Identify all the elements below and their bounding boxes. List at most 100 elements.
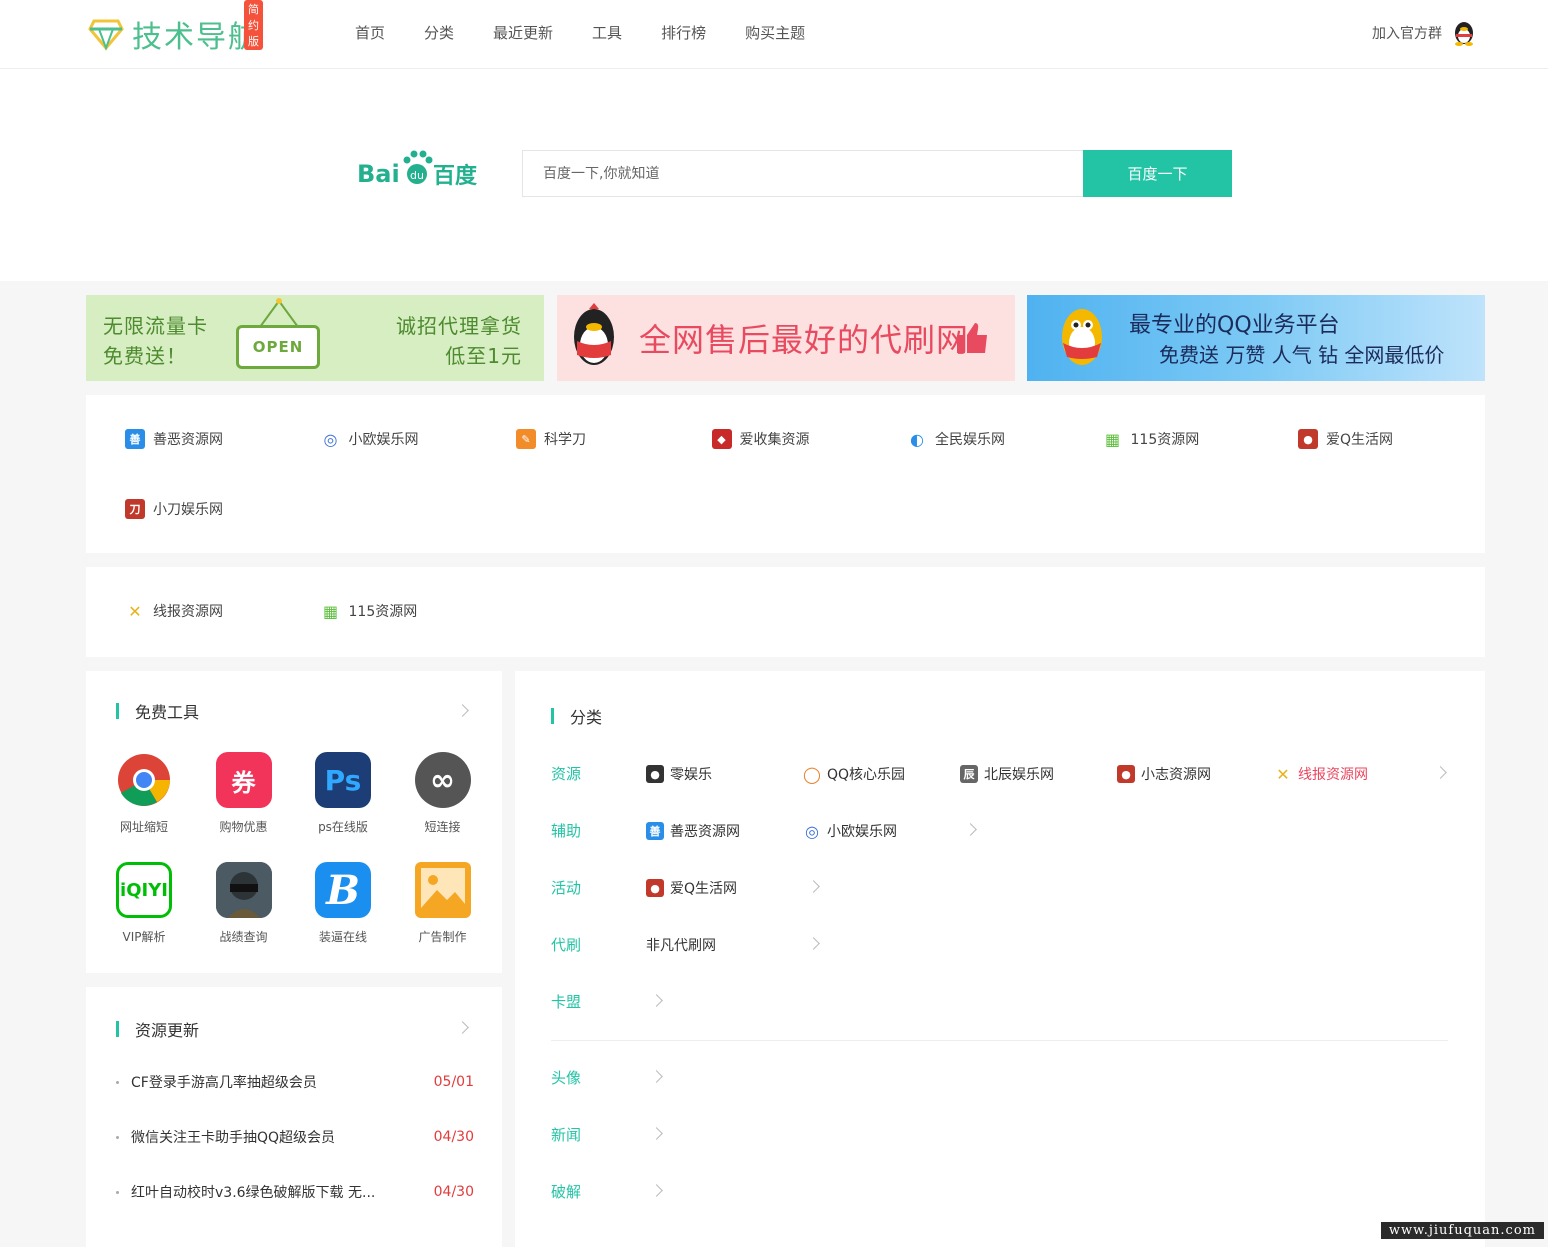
tool-item[interactable]: B 装逼在线	[303, 862, 383, 945]
tool-item[interactable]: 战绩查询	[204, 862, 284, 945]
banner-flow-card[interactable]: 无限流量卡 免费送！ OPEN 诚招代理拿货 低至1元	[86, 295, 544, 381]
tool-item[interactable]: iQIYI VIP解析	[104, 862, 184, 945]
tool-item[interactable]: 网址缩短	[104, 752, 184, 835]
tool-item[interactable]: Ps ps在线版	[303, 752, 383, 835]
category-label[interactable]: 辅助	[551, 820, 581, 841]
category-link[interactable]: ● 小志资源网	[1117, 764, 1211, 784]
chevron-right-icon[interactable]	[650, 1127, 663, 1140]
chevron-right-icon[interactable]	[650, 1184, 663, 1197]
site-header: 技术导航 简约版 首页 分类 最近更新 工具 排行榜 购买主题 加入官方群	[0, 0, 1548, 69]
chevron-right-icon[interactable]	[456, 1021, 469, 1034]
chrome-icon	[116, 752, 172, 808]
category-label[interactable]: 新闻	[551, 1124, 581, 1145]
thumbs-up-icon	[957, 323, 987, 353]
search-button[interactable]: 百度一下	[1083, 150, 1232, 197]
featured-link[interactable]: 善善恶资源网	[125, 429, 223, 449]
featured-link[interactable]: ◎ 小欧娱乐网	[321, 429, 419, 449]
category-label[interactable]: 代刷	[551, 934, 581, 955]
featured-link[interactable]: ▦ 115资源网	[1103, 429, 1200, 449]
site-logo[interactable]: 技术导航 简约版	[88, 0, 263, 56]
featured-link-label: 爱Q生活网	[1326, 432, 1394, 448]
featured-link-label: 全民娱乐网	[935, 432, 1005, 448]
category-link-label: 善恶资源网	[670, 824, 740, 840]
circle-icon: ◎	[323, 429, 338, 449]
logo-text: 技术导航	[132, 20, 260, 55]
category-link[interactable]: 善善恶资源网	[646, 821, 740, 841]
update-item[interactable]: 微信关注王卡助手抽QQ超级会员 04/30	[116, 1127, 474, 1147]
chevron-right-icon[interactable]	[807, 880, 820, 893]
tool-item[interactable]: 广告制作	[403, 862, 483, 945]
category-label[interactable]: 破解	[551, 1181, 581, 1202]
category-label[interactable]: 资源	[551, 763, 581, 784]
tool-item[interactable]: 券购物优惠	[204, 752, 284, 835]
category-link[interactable]: 辰北辰娱乐网	[960, 764, 1054, 784]
category-link[interactable]: ◎ 小欧娱乐网	[803, 821, 897, 841]
qq-penguin-icon	[1062, 309, 1102, 365]
featured-link[interactable]: ● 爱Q生活网	[1298, 429, 1393, 449]
category-label[interactable]: 活动	[551, 877, 581, 898]
secondary-link[interactable]: ▦ 115资源网	[321, 601, 417, 621]
category-link[interactable]: ● 零娱乐	[646, 764, 712, 784]
svg-text:Bai: Bai	[357, 160, 400, 188]
nav-ranking[interactable]: 排行榜	[661, 22, 706, 43]
featured-link[interactable]: ◐ 全民娱乐网	[907, 429, 1005, 449]
chevron-right-icon[interactable]	[964, 823, 977, 836]
nav-home[interactable]: 首页	[355, 22, 385, 43]
category-label[interactable]: 头像	[551, 1067, 581, 1088]
chevron-right-icon[interactable]	[1434, 766, 1447, 779]
search-section: Bai du 百度 百度一下	[0, 69, 1548, 281]
chevron-right-icon[interactable]	[807, 937, 820, 950]
secondary-link[interactable]: ✕ 线报资源网	[125, 601, 223, 621]
updates-title: 资源更新	[116, 1017, 199, 1041]
banner-left-text: 无限流量卡 免费送！	[103, 314, 208, 368]
category-label[interactable]: 卡盟	[551, 991, 581, 1012]
shane-icon: 善	[125, 429, 145, 449]
circle-icon: ◎	[805, 821, 819, 841]
category-link[interactable]: ● 爱Q生活网	[646, 878, 737, 898]
category-link-label: 北辰娱乐网	[984, 767, 1054, 783]
diamond-icon	[88, 19, 124, 51]
featured-link[interactable]: 刀小刀娱乐网	[125, 499, 223, 519]
update-date: 04/30	[433, 1184, 474, 1200]
open-sign: OPEN	[236, 325, 320, 369]
banner-qq-business[interactable]: 最专业的QQ业务平台 免费送 万赞 人气 钻 全网最低价	[1027, 295, 1485, 381]
featured-link-label: 小欧娱乐网	[348, 432, 419, 448]
baidu-logo: Bai du 百度	[357, 150, 478, 188]
join-group-link[interactable]: 加入官方群	[1372, 20, 1476, 46]
beichen-icon: 辰	[960, 765, 978, 783]
update-title: 微信关注王卡助手抽QQ超级会员	[131, 1130, 336, 1146]
update-item[interactable]: 红叶自动校时v3.6绿色破解版下载 无... 04/30	[116, 1182, 474, 1202]
chevron-right-icon[interactable]	[456, 704, 469, 717]
category-link[interactable]: ◯ QQ核心乐园	[803, 764, 905, 784]
nav-categories[interactable]: 分类	[424, 22, 454, 43]
featured-link-label: 善恶资源网	[153, 432, 223, 448]
chevron-right-icon[interactable]	[650, 1070, 663, 1083]
join-group-label: 加入官方群	[1372, 26, 1442, 42]
logo-badge: 简约版	[244, 0, 263, 50]
nav-recent-updates[interactable]: 最近更新	[493, 22, 553, 43]
category-link-label: 小欧娱乐网	[827, 824, 897, 840]
featured-link[interactable]: ✎ 科学刀	[516, 429, 586, 449]
category-link[interactable]: ✕ 线报资源网	[1274, 764, 1368, 784]
bullet-dot	[116, 1080, 119, 1084]
update-item[interactable]: CF登录手游高几率抽超级会员 05/01	[116, 1072, 474, 1092]
qq-penguin-icon	[574, 303, 614, 365]
banner-proxy-brush[interactable]: 全网售后最好的代刷网	[557, 295, 1015, 381]
category-link[interactable]: 非凡代刷网	[646, 935, 716, 955]
free-tools-title: 免费工具	[116, 699, 199, 723]
title-accent-bar	[116, 703, 119, 719]
chevron-right-icon[interactable]	[650, 994, 663, 1007]
featured-link[interactable]: ◆ 爱收集资源	[711, 429, 810, 449]
cross-icon: ✕	[128, 601, 142, 621]
featured-link-label: 115资源网	[1130, 432, 1200, 448]
nav-buy-theme[interactable]: 购买主题	[745, 22, 805, 43]
tool-label: 装逼在线	[318, 930, 367, 944]
bullet-dot	[116, 1135, 119, 1139]
tool-item[interactable]: ∞ 短连接	[403, 752, 483, 835]
image-icon	[414, 862, 471, 918]
secondary-links-panel: ✕ 线报资源网 ▦ 115资源网	[86, 567, 1485, 657]
tool-label: 短连接	[424, 820, 461, 834]
banner-proxy-text: 全网售后最好的代刷网	[639, 321, 970, 359]
search-input[interactable]	[522, 150, 1084, 197]
nav-tools[interactable]: 工具	[592, 22, 622, 43]
